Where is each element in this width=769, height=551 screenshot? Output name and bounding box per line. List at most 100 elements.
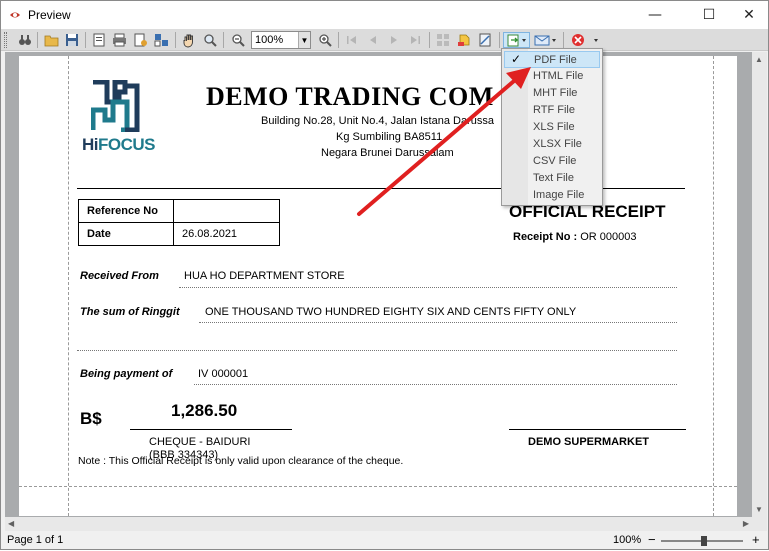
checkmark-icon: ✓ — [511, 52, 522, 66]
export-button[interactable] — [503, 32, 530, 48]
horizontal-scrollbar[interactable]: ◀ ▶ — [5, 517, 767, 531]
zoom-value: 100% — [255, 34, 284, 46]
export-rtf-item[interactable]: RTF File — [504, 102, 600, 119]
open-folder-icon[interactable] — [43, 32, 59, 48]
export-xlsx-item[interactable]: XLSX File — [504, 136, 600, 153]
toolbar-separator — [563, 32, 564, 48]
receipt-number: Receipt No : OR 000003 — [513, 231, 637, 243]
scroll-left-icon[interactable]: ◀ — [8, 519, 14, 528]
preview-window: Preview — ☐ ✕ 100% ▼ HiFOCUS DEMO TRADIN… — [0, 0, 769, 550]
chevron-down-icon[interactable]: ▼ — [298, 32, 310, 48]
hifocus-logo-icon — [91, 80, 140, 132]
date-label: Date — [78, 222, 174, 246]
print-icon[interactable] — [111, 32, 127, 48]
toolbar-grip[interactable] — [4, 32, 7, 48]
zoom-in-icon[interactable] — [317, 32, 333, 48]
toolbar: 100% ▼ — [1, 29, 768, 51]
window-title: Preview — [28, 8, 71, 22]
export-image-item[interactable]: Image File — [504, 187, 600, 204]
sum-value: ONE THOUSAND TWO HUNDRED EIGHTY SIX AND … — [205, 306, 577, 318]
status-zoom-out-button[interactable]: − — [648, 532, 656, 547]
amount-value: 1,286.50 — [171, 401, 238, 420]
dotted-rule — [199, 322, 677, 323]
dotted-rule — [194, 384, 677, 385]
app-icon — [10, 12, 20, 18]
menu-item-label: Text File — [533, 172, 574, 184]
zoom-combobox[interactable]: 100% ▼ — [251, 31, 311, 49]
menu-item-label: XLS File — [533, 121, 575, 133]
toolbar-separator — [429, 32, 430, 48]
margin-guide — [19, 486, 737, 487]
export-mht-item[interactable]: MHT File — [504, 85, 600, 102]
vertical-scrollbar[interactable]: ▲ ▼ — [752, 52, 767, 517]
address-line-2: Kg Sumbiling BA8511 — [336, 131, 443, 143]
toolbar-separator — [37, 32, 38, 48]
sum-label: The sum of Ringgit — [80, 306, 180, 318]
menu-item-label: HTML File — [533, 70, 584, 82]
close-preview-button[interactable] — [569, 32, 603, 48]
magnifier-icon[interactable] — [202, 32, 218, 48]
menu-item-label: PDF File — [534, 54, 577, 66]
quick-print-icon[interactable] — [132, 32, 148, 48]
address-line-3: Negara Brunei Darussalam — [321, 147, 454, 159]
receipt-no-label: Receipt No : — [513, 231, 578, 243]
logo-text: HiFOCUS — [82, 135, 156, 155]
receipt-page: HiFOCUS DEMO TRADING COM Building No.28,… — [19, 56, 737, 516]
page-setup-icon[interactable] — [91, 32, 107, 48]
send-email-button[interactable] — [533, 32, 559, 48]
toolbar-separator — [338, 32, 339, 48]
margin-guide — [713, 56, 714, 516]
margin-guide — [68, 56, 69, 516]
export-text-item[interactable]: Text File — [504, 170, 600, 187]
dotted-rule — [179, 287, 677, 288]
page-indicator: Page 1 of 1 — [7, 534, 64, 546]
toolbar-separator — [85, 32, 86, 48]
binoculars-icon[interactable] — [17, 32, 33, 48]
currency-symbol: B$ — [80, 409, 102, 428]
payment-label: Being payment of — [80, 368, 173, 380]
zoom-slider-thumb[interactable] — [701, 536, 707, 546]
document-viewport[interactable]: HiFOCUS DEMO TRADING COM Building No.28,… — [5, 52, 752, 517]
first-page-icon — [344, 32, 360, 48]
menu-item-label: RTF File — [533, 104, 575, 116]
toolbar-separator — [223, 32, 224, 48]
export-pdf-item[interactable]: ✓ PDF File — [504, 51, 600, 68]
signatory-name: DEMO SUPERMARKET — [528, 436, 650, 448]
export-menu: ✓ PDF File HTML File MHT File RTF File X… — [501, 48, 603, 206]
export-html-item[interactable]: HTML File — [504, 68, 600, 85]
menu-item-label: XLSX File — [533, 138, 582, 150]
zoom-out-icon[interactable] — [230, 32, 246, 48]
logo-text-accent: FOCUS — [98, 135, 156, 154]
toolbar-separator — [499, 32, 500, 48]
hand-tool-icon[interactable] — [181, 32, 197, 48]
payment-value: IV 000001 — [198, 368, 249, 380]
close-button[interactable]: ✕ — [726, 1, 769, 29]
export-csv-item[interactable]: CSV File — [504, 153, 600, 170]
scroll-down-icon[interactable]: ▼ — [755, 505, 763, 514]
reference-table: Reference No Date 26.08.2021 — [78, 199, 280, 246]
amount-underline — [130, 429, 292, 430]
scroll-up-icon[interactable]: ▲ — [755, 55, 763, 64]
multi-page-icon — [435, 32, 451, 48]
save-icon[interactable] — [64, 32, 80, 48]
previous-page-icon — [365, 32, 381, 48]
status-zoom-value: 100% — [613, 534, 642, 546]
export-xls-item[interactable]: XLS File — [504, 119, 600, 136]
receipt-no-value: OR 000003 — [580, 231, 637, 243]
receipt-note: Note : This Official Receipt is only val… — [78, 455, 404, 467]
background-color-icon[interactable] — [456, 32, 472, 48]
dotted-rule — [77, 350, 677, 351]
minimize-button[interactable]: — — [632, 1, 678, 29]
logo-text-dark: Hi — [82, 135, 99, 154]
received-from-value: HUA HO DEPARTMENT STORE — [184, 270, 345, 282]
company-name: DEMO TRADING COM — [206, 82, 494, 111]
last-page-icon — [407, 32, 423, 48]
status-bar: Page 1 of 1 100% − + — [1, 532, 768, 549]
status-zoom-in-button[interactable]: + — [752, 532, 760, 547]
received-from-label: Received From — [80, 270, 159, 282]
watermark-icon[interactable] — [477, 32, 493, 48]
next-page-icon — [386, 32, 402, 48]
address-line-1: Building No.28, Unit No.4, Jalan Istana … — [261, 115, 494, 127]
page-layout-icon[interactable] — [153, 32, 169, 48]
scroll-right-icon[interactable]: ▶ — [743, 519, 749, 528]
